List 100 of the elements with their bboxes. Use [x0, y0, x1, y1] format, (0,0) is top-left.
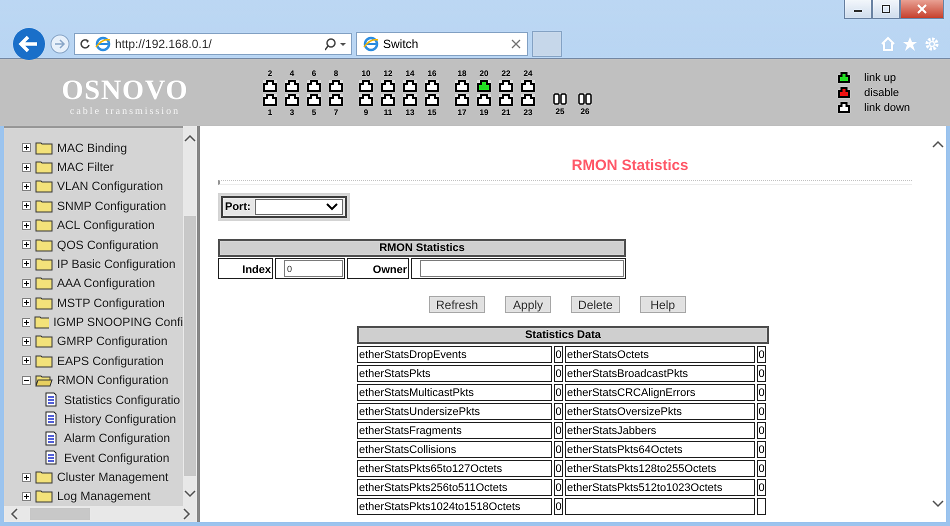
close-tab-icon[interactable] — [511, 39, 521, 49]
fiber-port-icon[interactable] — [553, 93, 567, 105]
port-number: 11 — [384, 108, 392, 116]
expand-icon[interactable] — [22, 240, 31, 250]
folder-icon — [35, 218, 53, 232]
ethernet-port-icon[interactable] — [359, 94, 373, 106]
expand-icon[interactable] — [22, 220, 31, 230]
scroll-right-icon[interactable] — [183, 508, 191, 520]
ethernet-port-icon[interactable] — [455, 80, 469, 92]
action-button[interactable]: Delete — [571, 296, 620, 313]
tree-item[interactable]: GMRP Configuration — [57, 334, 168, 348]
tree-item[interactable]: History Configuration — [64, 412, 176, 426]
tree-item[interactable]: RMON Configuration — [57, 373, 168, 388]
ethernet-port-icon[interactable] — [381, 94, 395, 106]
tree-item[interactable]: Log Management — [57, 489, 150, 504]
stat-name-cell: etherStatsPkts64Octets — [565, 441, 755, 458]
tree-item[interactable]: MAC Filter — [57, 160, 114, 174]
ethernet-port-icon[interactable] — [263, 80, 277, 92]
expand-icon[interactable] — [22, 259, 31, 268]
scroll-down-icon[interactable] — [184, 490, 196, 498]
ethernet-port-icon[interactable] — [403, 80, 417, 92]
expand-icon[interactable] — [22, 472, 31, 482]
folder-icon — [35, 238, 53, 252]
tree-item[interactable]: Statistics Configuratio — [64, 392, 180, 407]
ethernet-port-icon[interactable] — [521, 94, 535, 106]
expand-icon[interactable] — [22, 278, 31, 288]
tree-item[interactable]: Cluster Management — [57, 470, 168, 484]
scroll-left-icon[interactable] — [10, 508, 18, 520]
ethernet-port-icon[interactable] — [425, 80, 439, 92]
ethernet-port-icon[interactable] — [307, 94, 321, 106]
port-number: 8 — [334, 68, 338, 78]
maximize-button[interactable] — [872, 0, 900, 19]
ethernet-port-icon[interactable] — [329, 80, 343, 92]
ethernet-port-icon[interactable] — [403, 94, 417, 106]
ethernet-port-icon[interactable] — [381, 80, 395, 92]
tree-item[interactable]: IP Basic Configuration — [57, 256, 176, 271]
ethernet-port-icon[interactable] — [425, 94, 439, 106]
port-number: 15 — [428, 108, 436, 116]
owner-field[interactable] — [420, 260, 624, 277]
port-number: 21 — [502, 108, 510, 116]
ethernet-port-icon[interactable] — [359, 80, 373, 92]
action-button[interactable]: Help — [640, 296, 686, 313]
expand-icon[interactable] — [22, 143, 31, 152]
ethernet-port-icon[interactable] — [477, 94, 491, 106]
folder-icon — [35, 256, 53, 271]
expand-icon[interactable] — [22, 201, 31, 210]
ethernet-port-icon[interactable] — [263, 94, 277, 106]
tree-item[interactable]: ACL Configuration — [57, 218, 155, 232]
expand-icon[interactable] — [22, 298, 31, 308]
tree-item[interactable]: Alarm Configuration — [64, 431, 170, 446]
expand-icon[interactable] — [22, 182, 31, 191]
stat-name-cell: etherStatsMulticastPkts — [357, 384, 552, 401]
tree-item[interactable]: SNMP Configuration — [57, 198, 166, 213]
star-icon[interactable] — [902, 36, 918, 52]
tree-item[interactable]: EAPS Configuration — [57, 354, 164, 368]
stat-value-cell: 0 — [757, 384, 766, 401]
ethernet-port-icon[interactable] — [329, 94, 343, 106]
ethernet-port-icon[interactable] — [521, 80, 535, 92]
ethernet-port-icon[interactable] — [499, 94, 513, 106]
scrollbar[interactable] — [183, 126, 197, 506]
browser-tab[interactable]: Switch — [356, 32, 528, 56]
close-button[interactable] — [900, 0, 944, 19]
scroll-up-icon[interactable] — [932, 140, 944, 148]
dropdown-icon[interactable] — [326, 203, 338, 211]
refresh-icon[interactable] — [79, 38, 91, 50]
expand-icon[interactable] — [22, 492, 31, 501]
tree-item[interactable]: IGMP SNOOPING Confi — [53, 315, 183, 330]
tree-item[interactable]: AAA Configuration — [57, 276, 156, 290]
ethernet-port-icon[interactable] — [285, 80, 299, 92]
search-icon[interactable] — [325, 37, 347, 51]
expand-icon[interactable] — [22, 336, 31, 346]
ethernet-port-icon[interactable] — [499, 80, 513, 92]
index-field[interactable]: 0 — [284, 260, 343, 277]
folder-icon — [35, 489, 53, 504]
tree-item[interactable]: MSTP Configuration — [57, 296, 165, 310]
back-button[interactable] — [12, 27, 46, 61]
scrollbar[interactable] — [4, 506, 197, 522]
port-number: 12 — [384, 68, 392, 78]
fiber-port-icon[interactable] — [578, 93, 592, 105]
tree-item[interactable]: VLAN Configuration — [57, 179, 164, 194]
port-number: 26 — [580, 107, 590, 116]
tree-item[interactable]: Event Configuration — [64, 450, 170, 465]
ethernet-port-icon[interactable] — [285, 94, 299, 106]
ethernet-port-icon[interactable] — [307, 80, 321, 92]
scroll-up-icon[interactable] — [184, 134, 196, 142]
tree-item[interactable]: MAC Binding — [57, 140, 128, 155]
tree-item[interactable]: QOS Configuration — [57, 238, 158, 252]
ethernet-port-icon[interactable] — [455, 94, 469, 106]
expand-icon[interactable] — [22, 318, 30, 327]
minimize-button[interactable] — [844, 0, 872, 19]
address-bar[interactable]: http://192.168.0.1/ — [74, 33, 352, 55]
collapse-icon[interactable] — [22, 376, 31, 385]
port-number: 19 — [480, 108, 488, 116]
action-button[interactable]: Refresh — [429, 296, 486, 313]
port-select[interactable] — [254, 199, 343, 215]
action-button[interactable]: Apply — [505, 296, 552, 313]
scroll-down-icon[interactable] — [932, 500, 944, 508]
ethernet-port-icon[interactable] — [477, 80, 491, 92]
expand-icon[interactable] — [22, 356, 31, 366]
expand-icon[interactable] — [22, 162, 31, 172]
